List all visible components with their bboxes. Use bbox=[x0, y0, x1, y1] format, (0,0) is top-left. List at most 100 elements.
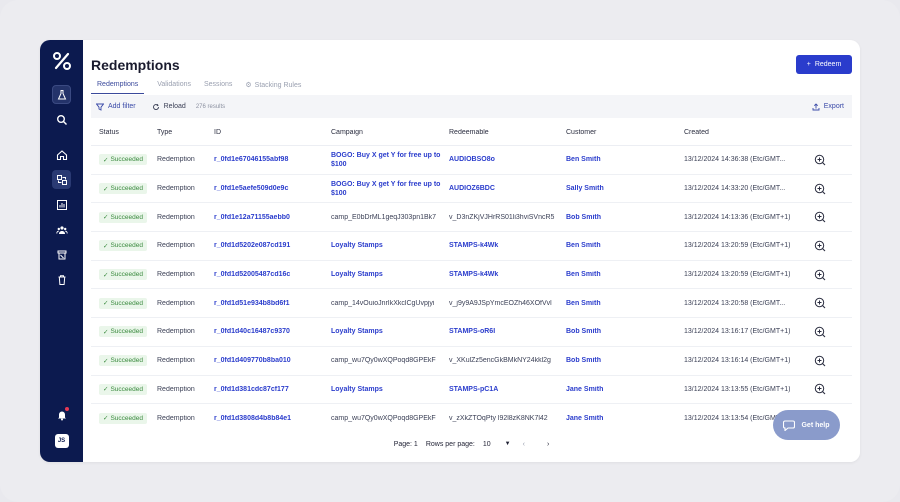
redemption-id-link[interactable]: r_0fd1e5aefe509d0e9c bbox=[214, 185, 331, 192]
redeemable-cell[interactable]: STAMPS-oR6I bbox=[449, 328, 566, 335]
add-filter-button[interactable]: Add filter bbox=[96, 103, 136, 111]
redemption-id-link[interactable]: r_0fd1d52005487cd16c bbox=[214, 271, 331, 278]
customer-link[interactable]: Ben Smith bbox=[566, 156, 684, 163]
tab-stacking-rules[interactable]: ⚙ Stacking Rules bbox=[245, 81, 301, 94]
row-action-button[interactable] bbox=[802, 383, 842, 395]
logo-icon[interactable] bbox=[52, 51, 72, 71]
customer-link[interactable]: Ben Smith bbox=[566, 300, 684, 307]
check-icon: ✓ bbox=[103, 328, 109, 336]
table-row[interactable]: ✓ Succeeded Redemption r_0fd1e67046155abf98… bbox=[91, 146, 852, 175]
prev-page-button[interactable]: ‹ bbox=[523, 441, 525, 448]
column-header-id[interactable]: ID bbox=[214, 129, 331, 136]
redemption-id-link[interactable]: r_0fd1d5202e087cd191 bbox=[214, 242, 331, 249]
status-badge: ✓ Succeeded bbox=[99, 183, 147, 195]
table-row[interactable]: ✓ Succeeded Redemption r_0fd1d3808d4b8b84e1… bbox=[91, 404, 852, 433]
table-row[interactable]: ✓ Succeeded Redemption r_0fd1d40c16487c9370… bbox=[91, 318, 852, 347]
table-row[interactable]: ✓ Succeeded Redemption r_0fd1d52005487cd16c… bbox=[91, 261, 852, 290]
customer-link[interactable]: Jane Smith bbox=[566, 386, 684, 393]
column-header-status[interactable]: Status bbox=[91, 129, 157, 136]
tab-validations[interactable]: Validations bbox=[157, 81, 191, 94]
row-action-button[interactable] bbox=[802, 326, 842, 338]
redemption-id-link[interactable]: r_0fd1d381cdc87cf177 bbox=[214, 386, 331, 393]
created-cell: 13/12/2024 14:13:36 (Etc/GMT+1) bbox=[684, 213, 791, 221]
status-cell: ✓ Succeeded bbox=[91, 383, 157, 395]
nav-search[interactable] bbox=[52, 110, 71, 129]
next-page-button[interactable]: › bbox=[547, 441, 549, 448]
row-action-button[interactable] bbox=[802, 297, 842, 309]
row-action-button[interactable] bbox=[802, 240, 842, 252]
column-header-campaign[interactable]: Campaign bbox=[331, 129, 449, 136]
column-header-customer[interactable]: Customer bbox=[566, 129, 684, 136]
column-header-redeemable[interactable]: Redeemable bbox=[449, 129, 566, 136]
check-icon: ✓ bbox=[103, 300, 109, 308]
table-row[interactable]: ✓ Succeeded Redemption r_0fd1d381cdc87cf177… bbox=[91, 376, 852, 405]
table-row[interactable]: ✓ Succeeded Redemption r_0fd1e12a71155aebb0… bbox=[91, 203, 852, 233]
status-cell: ✓ Succeeded bbox=[91, 269, 157, 281]
redemption-id-link[interactable]: r_0fd1d51e934b8bd6f1 bbox=[214, 300, 331, 307]
nav-notifications[interactable] bbox=[52, 405, 71, 424]
redemption-id-link[interactable]: r_0fd1d409770b8ba010 bbox=[214, 357, 331, 364]
avatar[interactable]: JS bbox=[54, 434, 69, 448]
column-header-type[interactable]: Type bbox=[157, 129, 214, 136]
customer-link[interactable]: Jane Smith bbox=[566, 415, 684, 422]
tab-sessions[interactable]: Sessions bbox=[204, 81, 232, 94]
plus-icon: + bbox=[806, 61, 811, 68]
status-badge: ✓ Succeeded bbox=[99, 269, 147, 281]
row-action-button[interactable] bbox=[802, 355, 842, 367]
customer-link[interactable]: Sally Smith bbox=[566, 185, 684, 192]
trash-icon bbox=[58, 274, 65, 285]
customer-link[interactable]: Ben Smith bbox=[566, 271, 684, 278]
created-cell: 13/12/2024 14:36:38 (Etc/GMT... bbox=[684, 156, 786, 164]
customer-link[interactable]: Bob Smith bbox=[566, 357, 684, 364]
sidebar: JS bbox=[40, 40, 83, 462]
zoom-in-icon bbox=[814, 183, 826, 194]
redeem-button[interactable]: + Redeem bbox=[796, 55, 852, 74]
row-action-button[interactable] bbox=[802, 154, 842, 166]
nav-analytics[interactable] bbox=[52, 195, 71, 214]
row-action-button[interactable] bbox=[802, 269, 842, 281]
redeemable-cell[interactable]: AUDIOBSO8o bbox=[449, 156, 566, 163]
row-action-button[interactable] bbox=[802, 183, 842, 195]
customer-link[interactable]: Bob Smith bbox=[566, 214, 684, 221]
campaign-cell[interactable]: Loyalty Stamps bbox=[331, 327, 449, 336]
nav-redemptions[interactable] bbox=[52, 170, 71, 189]
campaign-cell[interactable]: Loyalty Stamps bbox=[331, 241, 449, 250]
campaign-cell: camp_wu7Qy0wXQPoqd8GPEkF bbox=[331, 414, 436, 422]
rows-per-page-select[interactable]: 10 ▼ bbox=[483, 441, 511, 448]
status-label: Succeeded bbox=[110, 156, 143, 164]
nav-products[interactable] bbox=[52, 270, 71, 289]
campaign-cell[interactable]: BOGO: Buy X get Y for free up to $100 bbox=[331, 180, 449, 198]
workspace-switcher[interactable] bbox=[52, 85, 71, 104]
redemption-id-link[interactable]: r_0fd1d40c16487c9370 bbox=[214, 328, 331, 335]
redeemable-cell[interactable]: AUDIOZ6BDC bbox=[449, 185, 566, 192]
campaign-cell[interactable]: Loyalty Stamps bbox=[331, 385, 449, 394]
customer-link[interactable]: Ben Smith bbox=[566, 242, 684, 249]
nav-customers[interactable] bbox=[52, 220, 71, 239]
nav-home[interactable] bbox=[52, 145, 71, 164]
get-help-button[interactable]: Get help bbox=[773, 410, 840, 440]
table-row[interactable]: ✓ Succeeded Redemption r_0fd1d51e934b8bd6f1… bbox=[91, 289, 852, 319]
redeemable-cell[interactable]: STAMPS-pC1A bbox=[449, 386, 566, 393]
redemption-id-link[interactable]: r_0fd1e12a71155aebb0 bbox=[214, 214, 331, 221]
tab-redemptions[interactable]: Redemptions bbox=[91, 81, 145, 94]
redemption-id-link[interactable]: r_0fd1d3808d4b8b84e1 bbox=[214, 415, 331, 422]
redemption-id-link[interactable]: r_0fd1e67046155abf98 bbox=[214, 156, 331, 163]
table-row[interactable]: ✓ Succeeded Redemption r_0fd1e5aefe509d0e9c… bbox=[91, 175, 852, 204]
campaign-cell[interactable]: Loyalty Stamps bbox=[331, 270, 449, 279]
table-row[interactable]: ✓ Succeeded Redemption r_0fd1d5202e087cd191… bbox=[91, 232, 852, 261]
campaign-icon bbox=[57, 250, 66, 259]
table-row[interactable]: ✓ Succeeded Redemption r_0fd1d409770b8ba010… bbox=[91, 347, 852, 376]
redeemable-cell[interactable]: STAMPS-k4Wk bbox=[449, 242, 566, 249]
status-badge: ✓ Succeeded bbox=[99, 240, 147, 252]
column-header-created[interactable]: Created bbox=[684, 129, 802, 136]
nav-campaigns[interactable] bbox=[52, 245, 71, 264]
reload-button[interactable]: Reload bbox=[152, 103, 186, 111]
row-action-button[interactable] bbox=[802, 211, 842, 223]
check-icon: ✓ bbox=[103, 185, 109, 193]
redeemable-cell[interactable]: STAMPS-k4Wk bbox=[449, 271, 566, 278]
status-badge: ✓ Succeeded bbox=[99, 154, 147, 166]
campaign-cell[interactable]: BOGO: Buy X get Y for free up to $100 bbox=[331, 151, 449, 169]
export-button[interactable]: Export bbox=[812, 102, 844, 111]
customer-link[interactable]: Bob Smith bbox=[566, 328, 684, 335]
redeemable-cell: v_j9y9A9JSpYmcEOZh46XOfVvl bbox=[449, 299, 552, 307]
